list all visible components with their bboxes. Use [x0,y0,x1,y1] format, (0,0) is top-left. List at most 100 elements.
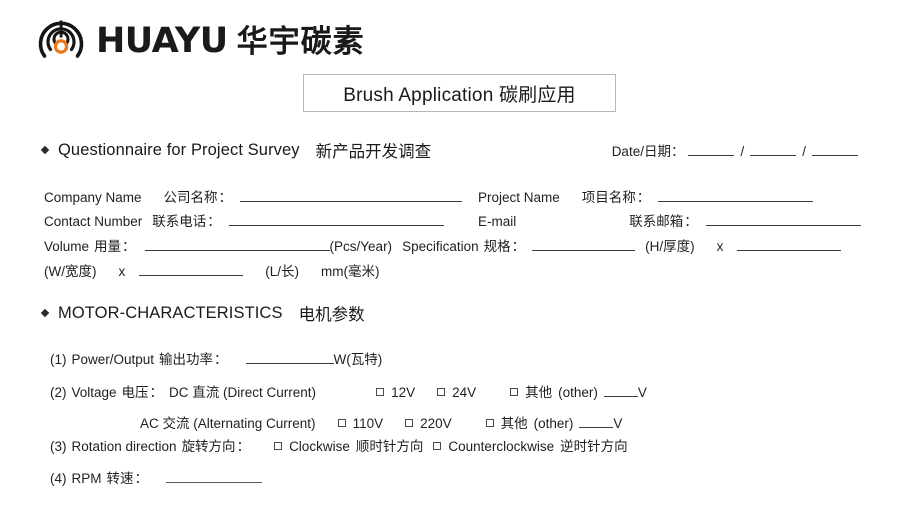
email-label-cn: 联系邮箱 [629,214,684,229]
rotation-option-clockwise-cn[interactable]: 顺时针方向 [356,435,424,455]
voltage-dc-other-en: (other) [558,385,598,400]
date-separator-1: / [740,144,745,159]
voltage-label-en: Voltage [71,385,117,400]
volume-unit: (Pcs/Year) [329,239,393,254]
email-input[interactable] [705,212,861,226]
checkbox-dc-24v[interactable] [437,388,446,396]
project-name-label-cn: 项目名称 [581,190,636,205]
specification-times-1: x [716,239,724,254]
contact-number-label-cn: 联系电话 [152,214,207,229]
specification-height-unit: (H/厚度) [645,239,695,254]
brand-chinese-text: 华宇碳素 [236,23,365,60]
checkbox-dc-12v[interactable] [376,388,385,396]
voltage-ac-label: AC 交流 (Alternating Current) [140,416,316,431]
voltage-index: (2) [50,385,67,400]
date-month-input[interactable] [750,142,797,156]
volume-colon: ： [122,239,136,254]
company-name-field: Company Name 公司名称 ： [44,186,463,206]
voltage-dc-option-24v[interactable]: 24V [452,385,476,400]
power-output-label-en: Power/Output [71,352,155,367]
checkbox-clockwise[interactable] [274,442,283,450]
specification-mm-unit: mm(毫米) [320,264,380,279]
diamond-bullet-icon [40,145,50,155]
project-name-label-en: Project Name [478,190,560,205]
section-heading-motor-en: MOTOR-CHARACTERISTICS [58,303,283,322]
company-name-label-cn: 公司名称 [163,190,218,205]
specification-length-unit: (L/长) [265,264,299,279]
rotation-direction-colon: ： [236,439,251,454]
checkbox-ac-other[interactable] [485,419,494,427]
rotation-option-clockwise-en[interactable]: Clockwise [289,439,350,454]
voltage-ac-other-cn: 其他 [500,416,528,431]
rpm-input[interactable] [166,469,262,483]
huayu-emblem-icon [36,13,86,63]
specification-width-input[interactable] [737,237,842,251]
document-title-box: Brush Application 碳刷应用 [303,74,616,112]
section-heading-motor-cn: 电机参数 [298,306,365,324]
checkbox-counterclockwise[interactable] [433,442,442,450]
specification-times-2: x [118,264,126,279]
power-output-index: (1) [50,352,67,367]
specification-length-input[interactable] [139,262,244,276]
specification-height-input[interactable] [532,237,636,251]
voltage-dc-other-input[interactable] [603,383,638,397]
specification-label-en: Specification [402,239,479,254]
brand-header: HUAYU 华宇碳素 [36,12,365,64]
date-day-input[interactable] [812,142,858,156]
brand-latin-text: HUAYU [96,20,228,61]
company-name-colon: ： [218,190,233,205]
rpm-index: (4) [50,471,67,486]
checkbox-dc-other[interactable] [510,388,519,396]
date-separator-2: / [802,144,806,159]
power-output-input[interactable] [245,350,334,364]
section-heading-motor: MOTOR-CHARACTERISTICS 电机参数 [40,301,365,325]
rotation-option-counterclockwise-en[interactable]: Counterclockwise [448,439,554,454]
power-output-label-cn: 输出功率 [159,352,214,367]
date-label: Date/日期： [611,144,685,159]
voltage-ac-other-en: (other) [533,416,574,431]
voltage-ac-option-220v[interactable]: 220V [420,416,452,431]
company-name-input[interactable] [240,188,463,202]
project-name-colon: ： [636,190,651,205]
rotation-direction-label-cn: 旋转方向 [181,439,236,454]
dimension-units-row: (W/宽度) x (L/长) mm(毫米) [44,260,379,280]
voltage-dc-row: (2) Voltage 电压 ： DC 直流 (Direct Current) … [50,381,647,401]
power-output-unit: W(瓦特) [333,352,383,367]
email-colon: ： [684,214,698,229]
power-output-field: (1) Power/Output 输出功率 ： W(瓦特) [50,348,382,368]
voltage-ac-option-110v[interactable]: 110V [353,416,384,431]
contact-number-input[interactable] [228,212,444,226]
contact-number-field: Contact Number 联系电话 ： [44,210,444,230]
voltage-ac-row: AC 交流 (Alternating Current) 110V 220V 其他… [140,412,622,432]
specification-label-cn: 规格 [483,239,511,254]
voltage-dc-label: DC 直流 (Direct Current) [169,385,317,400]
rpm-label-cn: 转速 [106,471,134,486]
section-heading-survey-cn: 新产品开发调查 [315,143,432,161]
email-label-en: E-mail [478,214,517,229]
date-field-group: Date/日期： / / [612,140,858,160]
contact-number-label-en: Contact Number [44,214,143,229]
project-name-input[interactable] [658,188,814,202]
specification-width-unit: (W/宽度) [44,264,97,279]
voltage-dc-other-unit: V [637,385,647,400]
email-field-group: E-mail 联系邮箱 ： [478,210,861,230]
voltage-ac-other-input[interactable] [579,414,614,428]
specification-colon: ： [511,239,526,254]
rotation-option-counterclockwise-cn[interactable]: 逆时针方向 [560,435,628,455]
voltage-ac-other-unit: V [613,416,623,431]
voltage-label-cn: 电压 [121,385,149,400]
section-heading-survey-en: Questionnaire for Project Survey [58,140,300,159]
page-title: Brush Application 碳刷应用 [343,84,576,106]
rotation-direction-label-en: Rotation direction [71,439,177,454]
company-name-label-en: Company Name [44,190,142,205]
checkbox-ac-220v[interactable] [405,419,414,427]
volume-label-cn: 用量 [94,239,122,254]
voltage-dc-option-12v[interactable]: 12V [391,385,415,400]
volume-input[interactable] [144,237,330,251]
checkbox-ac-110v[interactable] [337,419,346,427]
diamond-bullet-icon [40,308,50,318]
rotation-direction-index: (3) [50,439,67,454]
section-heading-survey: Questionnaire for Project Survey 新产品开发调查 [40,138,432,162]
rpm-colon: ： [134,471,149,486]
date-year-input[interactable] [688,142,735,156]
